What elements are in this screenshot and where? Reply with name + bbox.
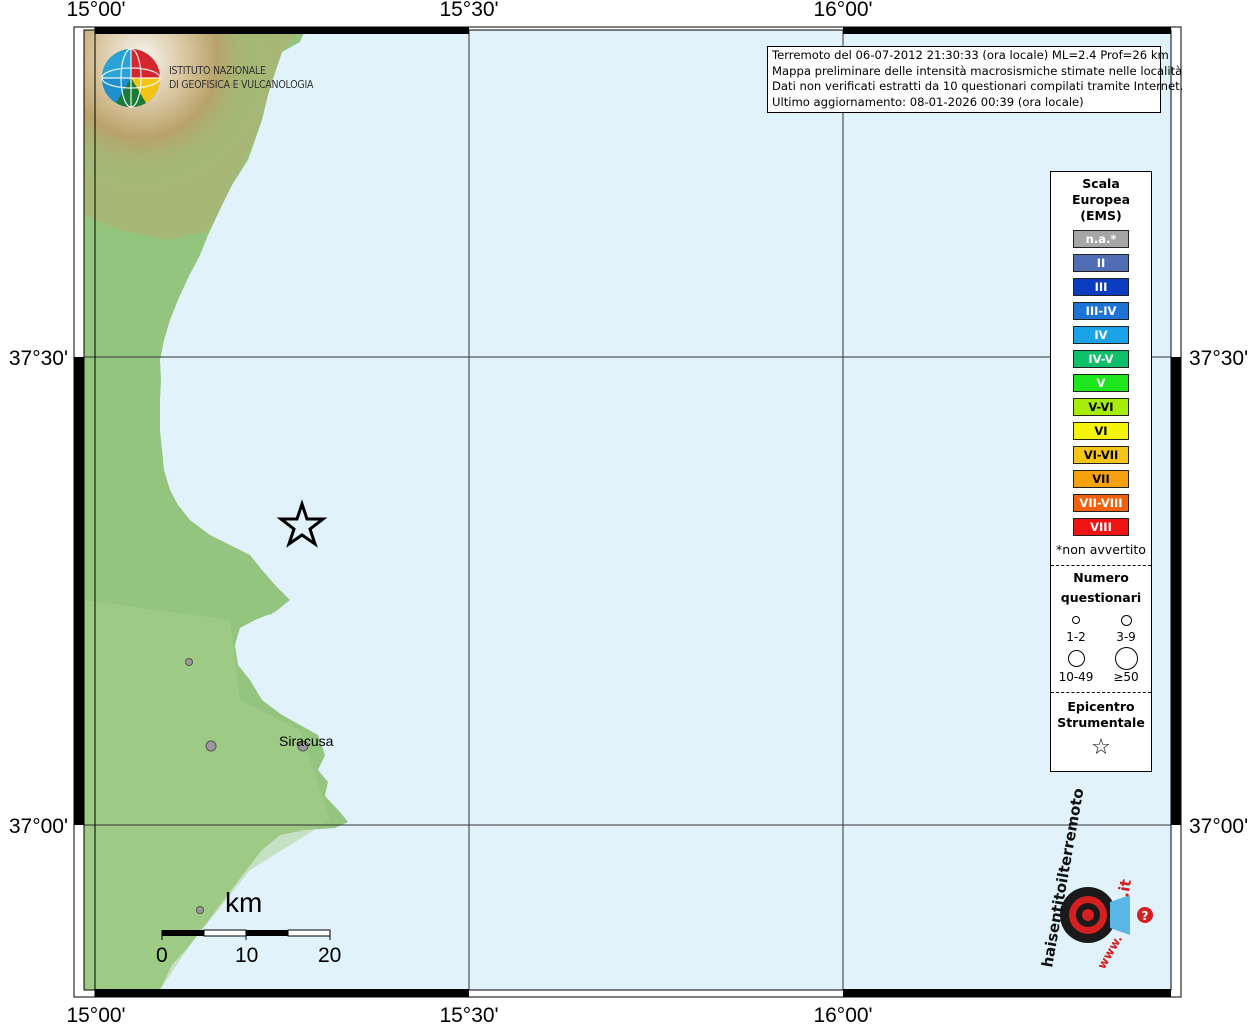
- count-circle-small-icon: [1072, 616, 1080, 624]
- legend-title: Scala Europea (EMS): [1051, 176, 1151, 224]
- lat-label-left-3730: 37°30': [9, 347, 68, 370]
- legend-divider: [1051, 692, 1151, 693]
- lon-label-top-1500: 15°00': [66, 0, 125, 21]
- count-label: 1-2: [1066, 630, 1086, 644]
- badge-mark: ?: [1142, 909, 1149, 923]
- count-title: Numero questionari: [1051, 568, 1151, 608]
- lon-label-top-1600: 16°00': [813, 0, 872, 21]
- count-item-10-49: 10-49: [1051, 646, 1101, 684]
- count-item-3-9: 3-9: [1101, 610, 1151, 644]
- event-info-line1: Terremoto del 06-07-2012 21:30:33 (ora l…: [772, 48, 1169, 62]
- intensity-swatch: VII-VIII: [1073, 494, 1129, 512]
- intensity-swatch: n.a.*: [1073, 230, 1129, 248]
- intensity-swatch: IV: [1073, 326, 1129, 344]
- lon-label-bottom-1600: 16°00': [813, 1004, 872, 1024]
- institute-name: ISTITUTO NAZIONALE DI GEOFISICA E VULCAN…: [169, 64, 313, 91]
- legend-title-line3: (EMS): [1080, 208, 1122, 223]
- epicenter-legend-line1: Epicentro: [1067, 699, 1135, 714]
- scale-unit-label: km: [225, 887, 263, 918]
- count-title-line1: Numero: [1073, 570, 1129, 585]
- ingv-logo-icon: [101, 48, 161, 108]
- scale-tick-10: 10: [235, 944, 259, 967]
- event-info-line2: Mappa preliminare delle intensità macros…: [772, 63, 1183, 78]
- intensity-swatch: III: [1073, 278, 1129, 296]
- count-label: 10-49: [1058, 670, 1094, 684]
- intensity-swatch: VI: [1073, 422, 1129, 440]
- count-item-50plus: ≥50: [1101, 646, 1151, 684]
- epicenter-legend-line2: Strumentale: [1057, 715, 1145, 730]
- legend-divider: [1051, 565, 1151, 566]
- legend-note: *non avvertito: [1056, 542, 1146, 557]
- city-label: Siracusa: [279, 733, 334, 749]
- institute-name-line1: ISTITUTO NAZIONALE: [169, 64, 266, 77]
- intensity-swatch: VIII: [1073, 518, 1129, 536]
- intensity-swatch: V: [1073, 374, 1129, 392]
- intensity-swatch: II: [1073, 254, 1129, 272]
- intensity-swatch: IV-V: [1073, 350, 1129, 368]
- lon-label-top-1530: 15°30': [439, 0, 498, 21]
- intensity-swatch: VI-VII: [1073, 446, 1129, 464]
- lat-label-left-3700: 37°00': [9, 815, 68, 838]
- count-label: 3-9: [1116, 630, 1136, 644]
- lon-label-bottom-1500: 15°00': [66, 1004, 125, 1024]
- count-circle-xlarge-icon: [1114, 646, 1138, 670]
- count-circle-medium-icon: [1120, 614, 1132, 626]
- count-label: ≥50: [1113, 670, 1139, 684]
- intensity-scale: n.a.* II III III-IV IV IV-V V V-VI VI VI-VII VII VI…: [1051, 230, 1151, 536]
- institute-name-line2: DI GEOFISICA E VULCANOLOGIA: [169, 77, 314, 91]
- event-info-line3: Dati non verificati estratti da 10 quest…: [772, 79, 1184, 93]
- count-title-line2: questionari: [1060, 590, 1142, 605]
- scale-tick-20: 20: [318, 944, 342, 967]
- badge-text-tld: .it: [1114, 878, 1135, 899]
- legend-title-line1: Scala: [1082, 176, 1120, 191]
- count-symbols: 1-2 3-9 10-49 ≥50: [1051, 610, 1151, 684]
- intensity-swatch: VII: [1073, 470, 1129, 488]
- lat-label-right-3730: 37°30': [1189, 347, 1248, 370]
- lat-label-right-3700: 37°00': [1189, 815, 1248, 838]
- scale-tick-0: 0: [156, 944, 168, 967]
- intensity-swatch: V-VI: [1073, 398, 1129, 416]
- count-circle-large-icon: [1067, 649, 1085, 667]
- event-info-line4: Ultimo aggiornamento: 08-01-2026 00:39 (…: [772, 94, 1084, 109]
- epicenter-star-icon: ☆: [1091, 735, 1111, 760]
- legend-panel: Scala Europea (EMS) n.a.* II III III-IV IV IV…: [1050, 171, 1152, 772]
- count-item-1-2: 1-2: [1051, 610, 1101, 644]
- event-info-box: Terremoto del 06-07-2012 21:30:33 (ora l…: [767, 46, 1184, 113]
- lon-label-bottom-1530: 15°30': [439, 1004, 498, 1024]
- intensity-swatch: III-IV: [1073, 302, 1129, 320]
- epicenter-legend-title: Epicentro Strumentale: [1051, 699, 1151, 731]
- legend-title-line2: Europea: [1071, 192, 1131, 207]
